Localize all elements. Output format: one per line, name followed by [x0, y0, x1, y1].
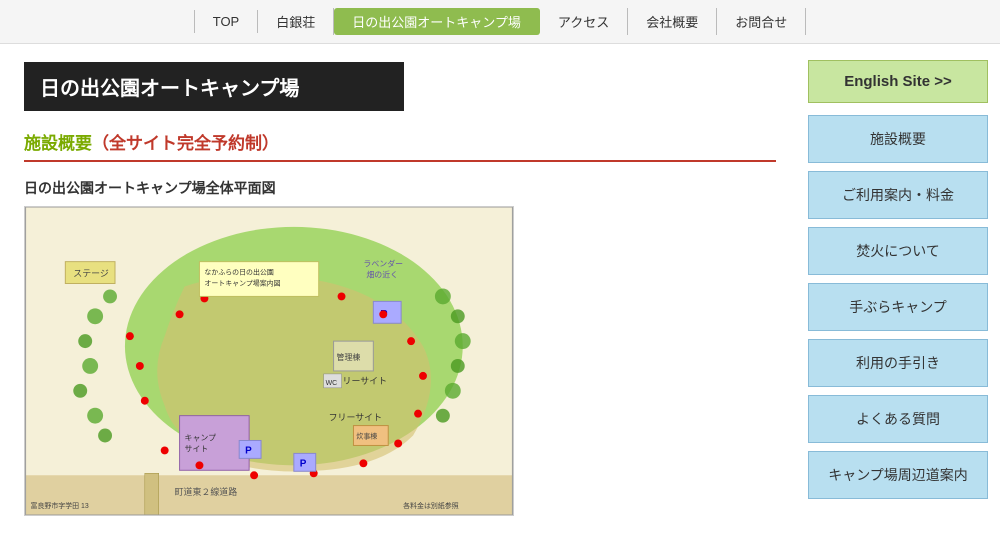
- top-navigation: TOP 白銀荘 日の出公園オートキャンプ場 アクセス 会社概要 お問合せ: [0, 0, 1000, 44]
- svg-text:炊事棟: 炊事棟: [356, 431, 377, 440]
- nav-item-company[interactable]: 会社概要: [628, 8, 717, 35]
- sidebar-btn-hands-free[interactable]: 手ぶらキャンプ: [808, 283, 988, 331]
- nav-item-top[interactable]: TOP: [194, 10, 259, 33]
- sidebar-btn-faq[interactable]: よくある質問: [808, 395, 988, 443]
- svg-text:P: P: [300, 458, 307, 469]
- svg-text:オートキャンプ場案内図: オートキャンプ場案内図: [204, 278, 280, 287]
- svg-text:なかふらの日の出公園: なかふらの日の出公園: [204, 268, 273, 277]
- sidebar-btn-guide[interactable]: 利用の手引き: [808, 339, 988, 387]
- svg-text:各料金は別紙参照: 各料金は別紙参照: [403, 501, 459, 510]
- nav-item-contact[interactable]: お問合せ: [717, 8, 806, 35]
- svg-text:フリーサイト: フリーサイト: [329, 413, 382, 423]
- sidebar-btn-usage-fee[interactable]: ご利用案内・料金: [808, 171, 988, 219]
- svg-text:P: P: [245, 445, 252, 456]
- sidebar-btn-facility[interactable]: 施設概要: [808, 115, 988, 163]
- nav-item-campground[interactable]: 日の出公園オートキャンプ場: [334, 8, 540, 35]
- svg-text:ステージ: ステージ: [73, 269, 109, 279]
- main-container: 日の出公園オートキャンプ場 施設概要（全サイト完全予約制） 日の出公園オートキャ…: [0, 44, 1000, 540]
- svg-text:町道東２線道路: 町道東２線道路: [175, 486, 238, 497]
- svg-text:富良野市字学田 13: 富良野市字学田 13: [31, 501, 89, 510]
- svg-text:管理棟: 管理棟: [337, 352, 361, 362]
- campground-map: 町道東２線道路 P 管理棟 キャンプ サイト: [24, 206, 514, 516]
- svg-text:畑の近く: 畑の近く: [366, 270, 398, 280]
- content-area: 日の出公園オートキャンプ場 施設概要（全サイト完全予約制） 日の出公園オートキャ…: [0, 44, 800, 540]
- sidebar-btn-directions[interactable]: キャンプ場周辺道案内: [808, 451, 988, 499]
- section-heading-highlight: （全サイト完全予約制）: [92, 134, 279, 153]
- section-heading-prefix: 施設概要: [24, 134, 92, 153]
- section-heading: 施設概要（全サイト完全予約制）: [24, 129, 776, 162]
- page-header-banner: 日の出公園オートキャンプ場: [24, 62, 404, 111]
- nav-item-shirogane[interactable]: 白銀荘: [258, 8, 334, 35]
- svg-text:WC: WC: [326, 380, 338, 387]
- sidebar-btn-bonfire[interactable]: 焚火について: [808, 227, 988, 275]
- svg-text:ラベンダー: ラベンダー: [363, 259, 403, 269]
- page-header-title: 日の出公園オートキャンプ場: [40, 78, 299, 100]
- sidebar: English Site >> 施設概要 ご利用案内・料金 焚火について 手ぶら…: [800, 44, 1000, 540]
- svg-text:サイト: サイト: [185, 444, 209, 453]
- map-title: 日の出公園オートキャンプ場全体平面図: [24, 178, 776, 198]
- english-site-button[interactable]: English Site >>: [808, 60, 988, 103]
- svg-text:キャンプ: キャンプ: [185, 433, 217, 442]
- nav-item-access[interactable]: アクセス: [540, 8, 628, 35]
